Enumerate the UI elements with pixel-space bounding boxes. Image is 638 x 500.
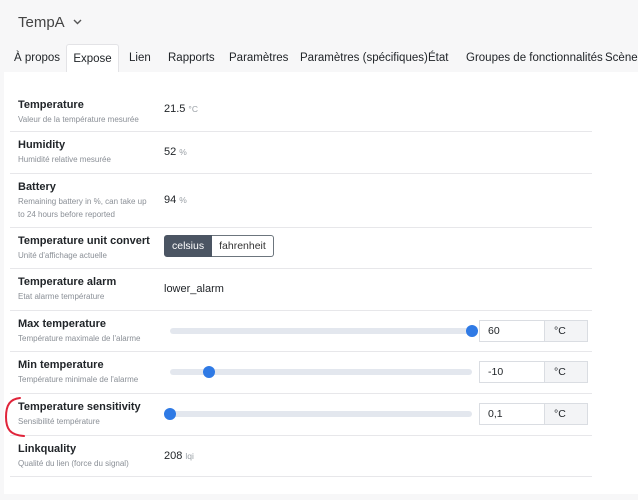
humidity-desc: Humidité relative mesurée	[18, 155, 111, 164]
sensitivity-input[interactable]: 0,1	[479, 403, 545, 425]
sensitivity-slider[interactable]	[164, 408, 472, 420]
humidity-value: 52%	[164, 146, 187, 158]
linkquality-unit: lqi	[185, 451, 194, 461]
unit-convert-label: Temperature unit convert	[18, 235, 150, 247]
temperature-desc: Valeur de la température mesurée	[18, 115, 139, 124]
row-temperature-alarm: Temperature alarm Etat alarme températur…	[10, 269, 592, 311]
temperature-label: Temperature	[18, 99, 84, 111]
max-temp-input[interactable]: 60	[479, 320, 545, 342]
row-humidity: Humidity Humidité relative mesurée 52%	[10, 132, 592, 174]
temperature-value: 21.5 °C	[164, 103, 198, 115]
chevron-down-icon[interactable]	[73, 17, 82, 27]
device-title: TempA	[18, 13, 65, 31]
tab-expose[interactable]: Expose	[66, 44, 119, 72]
tab-a-propos[interactable]: À propos	[14, 44, 60, 72]
tab-lien[interactable]: Lien	[129, 44, 151, 72]
device-header[interactable]: TempA	[0, 0, 638, 44]
battery-value: 94%	[164, 194, 187, 206]
expose-panel: Temperature Valeur de la température mes…	[4, 72, 638, 494]
celsius-button[interactable]: celsius	[164, 235, 213, 257]
tab-bar: À propos Expose Lien Rapports Paramètres…	[0, 44, 638, 72]
min-temp-input[interactable]: -10	[479, 361, 545, 383]
linkquality-desc: Qualité du lien (force du signal)	[18, 459, 129, 468]
row-min-temperature: Min temperature Température minimale de …	[10, 352, 592, 394]
linkquality-label: Linkquality	[18, 443, 77, 455]
min-temp-label: Min temperature	[18, 359, 104, 371]
alarm-value: lower_alarm	[164, 283, 224, 295]
row-temperature-sensitivity: Temperature sensitivity Sensibilité temp…	[10, 394, 592, 436]
row-linkquality: Linkquality Qualité du lien (force du si…	[10, 436, 592, 477]
max-temp-desc: Température maximale de l'alarme	[18, 334, 141, 343]
battery-unit: %	[179, 195, 187, 205]
tab-scene[interactable]: Scène	[605, 44, 638, 72]
battery-desc-line2: to 24 hours before reported	[18, 210, 115, 219]
tab-parametres-specifiques[interactable]: Paramètres (spécifiques)	[300, 44, 428, 72]
min-temp-unit: °C	[544, 361, 588, 383]
alarm-label: Temperature alarm	[18, 276, 117, 288]
row-max-temperature: Max temperature Température maximale de …	[10, 311, 592, 352]
temperature-unit: °C	[188, 104, 198, 114]
min-temp-slider[interactable]	[170, 366, 472, 378]
humidity-unit: %	[179, 147, 187, 157]
tab-rapports[interactable]: Rapports	[168, 44, 215, 72]
max-temp-label: Max temperature	[18, 318, 107, 330]
humidity-label: Humidity	[18, 139, 66, 151]
fahrenheit-button[interactable]: fahrenheit	[212, 235, 274, 257]
min-temp-desc: Température minimale de l'alarme	[18, 375, 139, 384]
max-temp-unit: °C	[544, 320, 588, 342]
max-temp-slider[interactable]	[170, 325, 478, 337]
sensitivity-slider-thumb[interactable]	[164, 408, 176, 420]
annotation-bracket-mark	[4, 397, 25, 437]
row-temperature: Temperature Valeur de la température mes…	[10, 90, 592, 132]
tab-etat[interactable]: État	[428, 44, 448, 72]
alarm-desc: Etat alarme température	[18, 292, 105, 301]
row-battery: Battery Remaining battery in %, can take…	[10, 174, 592, 228]
row-unit-convert: Temperature unit convert Unité d'afficha…	[10, 228, 592, 269]
unit-convert-desc: Unité d'affichage actuelle	[18, 251, 107, 260]
sensitivity-unit: °C	[544, 403, 588, 425]
min-temp-slider-thumb[interactable]	[203, 366, 216, 378]
max-temp-slider-thumb[interactable]	[466, 325, 478, 337]
tab-parametres[interactable]: Paramètres	[229, 44, 288, 72]
linkquality-value: 208 lqi	[164, 450, 194, 462]
tab-groupes[interactable]: Groupes de fonctionnalités	[466, 44, 603, 72]
battery-desc-line1: Remaining battery in %, can take up	[18, 197, 147, 206]
battery-label: Battery	[18, 181, 56, 193]
unit-toggle: celsius fahrenheit	[164, 235, 274, 257]
